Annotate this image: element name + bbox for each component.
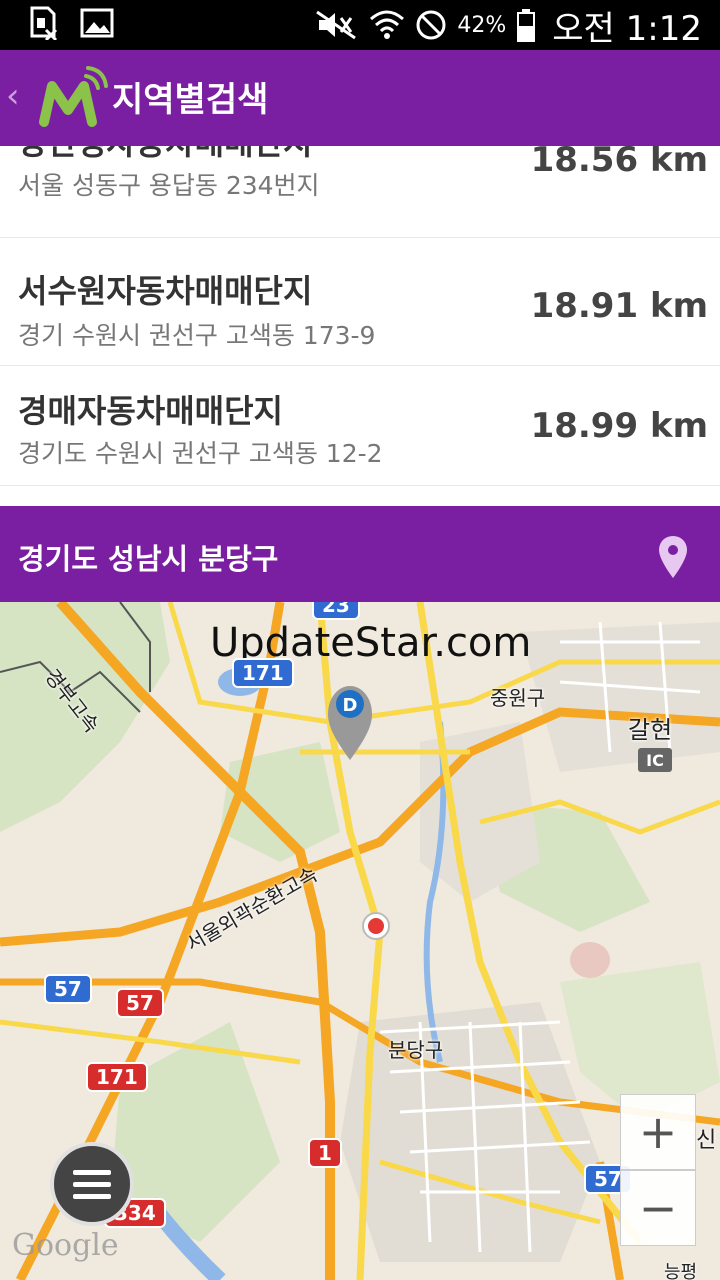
menu-icon-bar bbox=[73, 1181, 111, 1187]
chevron-left-icon[interactable]: ‹ bbox=[6, 76, 20, 116]
route-shield: 57 bbox=[116, 988, 164, 1018]
item-address: 경기도 수원시 권선구 고색동 12-2 bbox=[18, 439, 383, 468]
route-shield: 57 bbox=[44, 974, 92, 1004]
google-attribution: Google bbox=[12, 1228, 119, 1263]
item-address: 경기 수원시 권선구 고색동 173-9 bbox=[18, 321, 376, 350]
route-shield: 23 bbox=[312, 602, 360, 620]
menu-button[interactable] bbox=[50, 1142, 134, 1226]
location-text: 경기도 성남시 분당구 bbox=[18, 542, 279, 576]
map-view[interactable]: D UpdateStar.com 중원구 갈현 분당구 경부고속 서울외곽순환고… bbox=[0, 602, 720, 1280]
battery-percent: 42% bbox=[457, 12, 507, 38]
map-label-neung: 능평 bbox=[664, 1262, 698, 1280]
sim-icon bbox=[30, 6, 58, 40]
item-distance: 18.91 km bbox=[530, 286, 708, 326]
ic-marker: IC bbox=[638, 748, 672, 772]
item-distance: 18.99 km bbox=[530, 406, 708, 446]
menu-icon-bar bbox=[73, 1193, 111, 1199]
route-shield: 171 bbox=[86, 1062, 148, 1092]
route-shield: 1 bbox=[308, 1138, 342, 1168]
list-item[interactable]: 장안평자동차매매단지 서울 성동구 용답동 234번지 18.56 km bbox=[0, 146, 720, 238]
mute-icon bbox=[316, 10, 357, 40]
clock: 오전 1:12 bbox=[552, 8, 702, 49]
menu-icon-bar bbox=[73, 1169, 111, 1175]
battery-icon bbox=[517, 9, 536, 42]
result-list: 장안평자동차매매단지 서울 성동구 용답동 234번지 18.56 km 서수원… bbox=[0, 146, 720, 506]
item-address: 서울 성동구 용답동 234번지 bbox=[18, 171, 320, 200]
item-name: 서수원자동차매매단지 bbox=[18, 272, 313, 310]
status-bar: 42% 오전 1:12 bbox=[0, 0, 720, 50]
page-title: 지역별검색 bbox=[112, 80, 269, 120]
location-bar[interactable]: 경기도 성남시 분당구 bbox=[0, 506, 720, 602]
item-distance: 18.56 km bbox=[530, 146, 708, 180]
image-icon bbox=[80, 8, 114, 38]
zoom-out-button[interactable]: − bbox=[620, 1170, 696, 1246]
route-shield: 171 bbox=[232, 658, 294, 688]
action-bar: ‹ 지역별검색 bbox=[0, 50, 720, 146]
map-label-sin: 신 bbox=[696, 1128, 717, 1153]
zoom-in-button[interactable]: + bbox=[620, 1094, 696, 1170]
map-label-bundang: 분당구 bbox=[388, 1038, 444, 1062]
item-name: 장안평자동차매매단지 bbox=[18, 146, 312, 164]
item-name: 경매자동차매매단지 bbox=[18, 392, 283, 430]
map-label-galhyeon: 갈현 bbox=[628, 716, 673, 744]
list-item[interactable]: 서수원자동차매매단지 경기 수원시 권선구 고색동 173-9 18.91 km bbox=[0, 246, 720, 366]
m-logo-icon[interactable] bbox=[38, 66, 108, 132]
list-item[interactable]: 경매자동차매매단지 경기도 수원시 권선구 고색동 12-2 18.99 km bbox=[0, 366, 720, 486]
block-icon bbox=[416, 10, 446, 40]
map-label-jungwon: 중원구 bbox=[490, 686, 546, 710]
location-pin-icon[interactable] bbox=[658, 534, 688, 580]
svg-text:D: D bbox=[343, 695, 358, 716]
wifi-icon bbox=[370, 10, 405, 39]
